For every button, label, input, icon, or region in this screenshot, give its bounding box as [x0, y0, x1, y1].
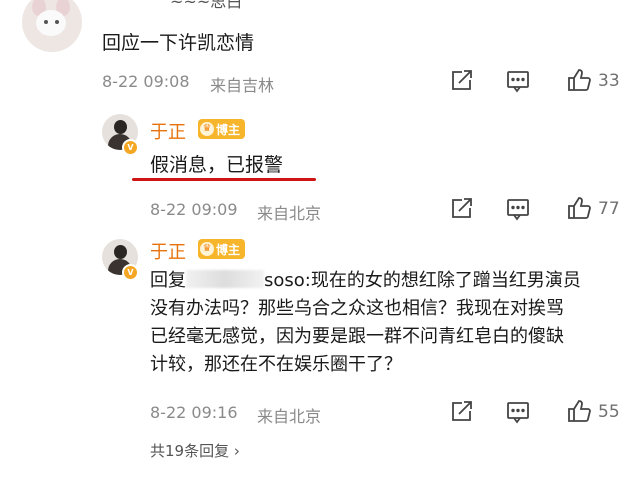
comment-location: 来自吉林 [210, 76, 275, 95]
crown-icon: ♛ [200, 242, 214, 256]
blogger-badge: ♛ 博主 [198, 119, 246, 139]
share-icon[interactable] [448, 399, 474, 425]
comment-text: 假消息，已报警 [150, 154, 284, 176]
share-icon[interactable] [448, 68, 474, 94]
like-icon[interactable] [566, 398, 592, 424]
avatar[interactable] [22, 0, 82, 52]
comment-date: 8-22 09:09 [150, 200, 238, 219]
username[interactable]: 于正 [150, 118, 186, 144]
comment-text: 回应一下许凯恋情 [102, 32, 255, 54]
more-replies-link[interactable]: 共19条回复 › [150, 440, 240, 461]
blogger-badge: ♛ 博主 [198, 239, 246, 259]
comment-icon[interactable] [505, 399, 531, 425]
like-count: 55 [598, 402, 620, 422]
username[interactable]: 于正 [150, 238, 186, 264]
reply-text: 回复 soso:现在的女的想红除了蹭当红男演员 没有办法吗？那些乌合之众这也相信？… [150, 270, 581, 375]
comment-date: 8-22 09:16 [150, 403, 238, 422]
like-count: 33 [598, 71, 620, 91]
verified-icon: V [122, 264, 139, 281]
share-icon[interactable] [448, 196, 474, 222]
comment-location: 来自北京 [257, 407, 322, 426]
comment-date: 8-22 09:08 [102, 72, 190, 91]
partial-username[interactable]: ~~~思白 [170, 0, 242, 12]
comment-icon[interactable] [505, 196, 531, 222]
like-icon[interactable] [566, 195, 592, 221]
crown-icon: ♛ [200, 122, 214, 136]
verified-icon: V [122, 139, 139, 156]
like-icon[interactable] [566, 67, 592, 93]
comment-icon[interactable] [505, 68, 531, 94]
comment-location: 来自北京 [257, 204, 322, 223]
redacted-username [186, 270, 264, 288]
highlight-underline [132, 178, 316, 181]
like-count: 77 [598, 199, 620, 219]
